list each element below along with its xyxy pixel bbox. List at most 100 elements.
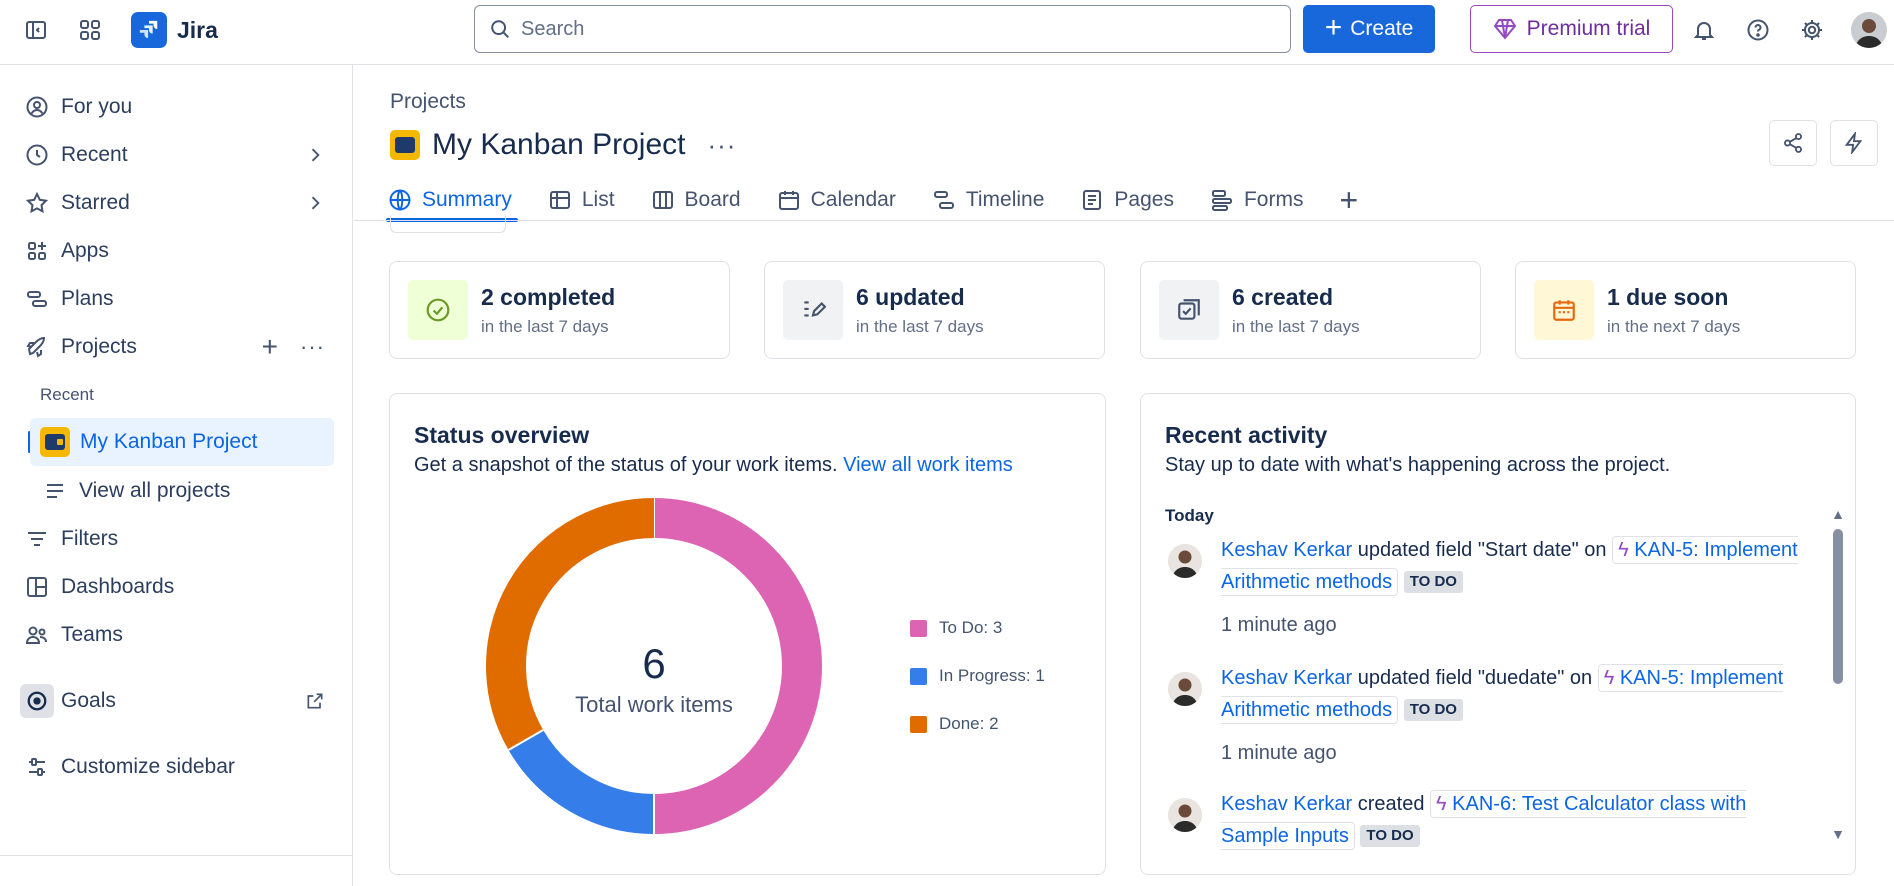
notifications-icon[interactable] — [1686, 12, 1722, 48]
sidebar-item-apps[interactable]: Apps — [20, 229, 335, 273]
projects-actions: + ··· — [262, 325, 325, 369]
sidebar-item-filters[interactable]: Filters — [20, 517, 335, 561]
user-avatar[interactable] — [1168, 672, 1202, 706]
legend-item-in-progress[interactable]: In Progress: 1 — [910, 652, 1045, 700]
chevron-right-icon[interactable] — [305, 133, 325, 177]
activity-scrollbar[interactable] — [1833, 529, 1843, 684]
legend-item-to-do[interactable]: To Do: 3 — [910, 604, 1045, 652]
tab-summary[interactable]: Summary — [386, 180, 518, 222]
forms-icon — [1211, 190, 1232, 211]
sidebar-item-label: For you — [61, 95, 133, 118]
status-badge: TO DO — [1403, 699, 1463, 721]
sidebar-item-my-kanban-project[interactable]: My Kanban Project — [30, 418, 334, 466]
sidebar-item-label: Customize sidebar — [61, 755, 235, 778]
rocket-icon — [20, 330, 54, 364]
clock-icon — [20, 138, 54, 172]
tab-calendar[interactable]: Calendar — [777, 180, 896, 220]
user-avatar[interactable] — [1168, 544, 1202, 578]
sidebar-item-label: My Kanban Project — [80, 430, 258, 453]
tab-pages[interactable]: Pages — [1080, 180, 1174, 220]
goals-icon — [20, 684, 54, 718]
sidebar-item-for-you[interactable]: For you — [20, 85, 335, 129]
app-switcher-icon[interactable] — [74, 14, 106, 46]
user-avatar[interactable] — [1851, 12, 1887, 48]
tab-forms[interactable]: Forms — [1210, 180, 1303, 220]
stat-card-updated[interactable]: 6 updated in the last 7 days — [764, 261, 1105, 359]
premium-trial-button[interactable]: Premium trial — [1470, 5, 1673, 53]
activity-time: 1 minute ago — [1221, 742, 1337, 764]
external-link-icon[interactable] — [305, 679, 325, 723]
activity-user-link[interactable]: Keshav Kerkar — [1221, 539, 1352, 561]
sidebar: For you Recent Starred Apps Plans Projec… — [0, 65, 353, 886]
tab-label: Pages — [1114, 188, 1174, 211]
stat-card-created[interactable]: 6 created in the last 7 days — [1140, 261, 1481, 359]
sidebar-item-label: Goals — [61, 689, 116, 712]
plans-icon — [20, 282, 54, 316]
sidebar-item-view-all-projects[interactable]: View all projects — [38, 469, 353, 513]
sidebar-item-projects[interactable]: Projects + ··· — [20, 325, 335, 369]
help-icon[interactable] — [1740, 12, 1776, 48]
automation-button[interactable] — [1830, 120, 1878, 166]
page-title: My Kanban Project — [432, 128, 686, 161]
activity-text: Keshav Kerkar updated field "Start date"… — [1221, 534, 1811, 598]
project-icon — [390, 130, 420, 160]
sidebar-item-label: View all projects — [79, 479, 231, 502]
stat-caption: in the last 7 days — [481, 316, 609, 336]
sidebar-item-dashboards[interactable]: Dashboards — [20, 565, 335, 609]
premium-label: Premium trial — [1526, 17, 1651, 40]
sidebar-item-recent[interactable]: Recent — [20, 133, 335, 177]
donut-segment-to-do[interactable] — [653, 498, 822, 834]
total-label: Total work items — [575, 692, 733, 717]
filter-icon — [20, 522, 54, 556]
sidebar-item-plans[interactable]: Plans — [20, 277, 335, 321]
legend-item-done[interactable]: Done: 2 — [910, 700, 1045, 748]
stat-card-due-soon[interactable]: 1 due soon in the next 7 days — [1515, 261, 1856, 359]
share-button[interactable] — [1769, 120, 1817, 166]
tab-list[interactable]: List — [548, 180, 615, 220]
user-circle-icon — [20, 90, 54, 124]
apps-icon — [20, 234, 54, 268]
scroll-up-arrow[interactable]: ▲ — [1831, 506, 1845, 522]
panel-title: Status overview — [414, 422, 590, 448]
recent-activity-panel: Recent activity Stay up to date with wha… — [1140, 393, 1856, 875]
customize-icon — [20, 750, 54, 784]
activity-item: Keshav Kerkar updated field "duedate" on… — [1165, 662, 1825, 782]
sidebar-item-starred[interactable]: Starred — [20, 181, 335, 225]
search-bar[interactable] — [474, 5, 1291, 53]
add-tab-button[interactable]: + — [1339, 180, 1358, 220]
tab-label: Summary — [422, 188, 512, 211]
sidebar-item-teams[interactable]: Teams — [20, 613, 335, 657]
more-icon[interactable]: ··· — [300, 334, 325, 360]
sidebar-item-label: Projects — [61, 335, 137, 358]
total-count: 6 — [642, 640, 665, 687]
jira-logo[interactable]: Jira — [131, 12, 218, 48]
activity-action: updated field "Start date" on — [1352, 539, 1613, 561]
more-actions-button[interactable]: ··· — [707, 130, 736, 161]
view-all-work-items-link[interactable]: View all work items — [843, 454, 1013, 476]
activity-text: Keshav Kerkar updated field "duedate" on… — [1221, 662, 1811, 726]
create-button[interactable]: + Create — [1303, 5, 1435, 53]
tab-board[interactable]: Board — [651, 180, 741, 220]
list-icon — [549, 191, 570, 209]
panel-title: Recent activity — [1165, 422, 1328, 448]
breadcrumb[interactable]: Projects — [390, 90, 466, 114]
sidebar-item-customize[interactable]: Customize sidebar — [20, 745, 335, 789]
plus-icon[interactable]: + — [262, 333, 278, 361]
tab-timeline[interactable]: Timeline — [932, 180, 1044, 220]
stat-caption: in the next 7 days — [1607, 316, 1741, 336]
panel-description: Stay up to date with what's happening ac… — [1165, 454, 1671, 476]
user-avatar[interactable] — [1168, 798, 1202, 832]
globe-icon — [389, 189, 411, 211]
chevron-right-icon[interactable] — [305, 181, 325, 225]
star-icon — [20, 186, 54, 220]
stat-card-completed[interactable]: 2 completed in the last 7 days — [389, 261, 730, 359]
legend-swatch — [910, 667, 927, 685]
donut-segment-in-progress[interactable] — [508, 729, 655, 834]
search-input[interactable] — [521, 17, 1242, 41]
activity-user-link[interactable]: Keshav Kerkar — [1221, 793, 1352, 815]
sidebar-toggle-icon[interactable] — [20, 14, 52, 46]
scroll-down-arrow[interactable]: ▼ — [1831, 826, 1845, 842]
sidebar-item-goals[interactable]: Goals — [20, 679, 335, 723]
activity-user-link[interactable]: Keshav Kerkar — [1221, 667, 1352, 689]
settings-gear-icon[interactable] — [1794, 12, 1830, 48]
